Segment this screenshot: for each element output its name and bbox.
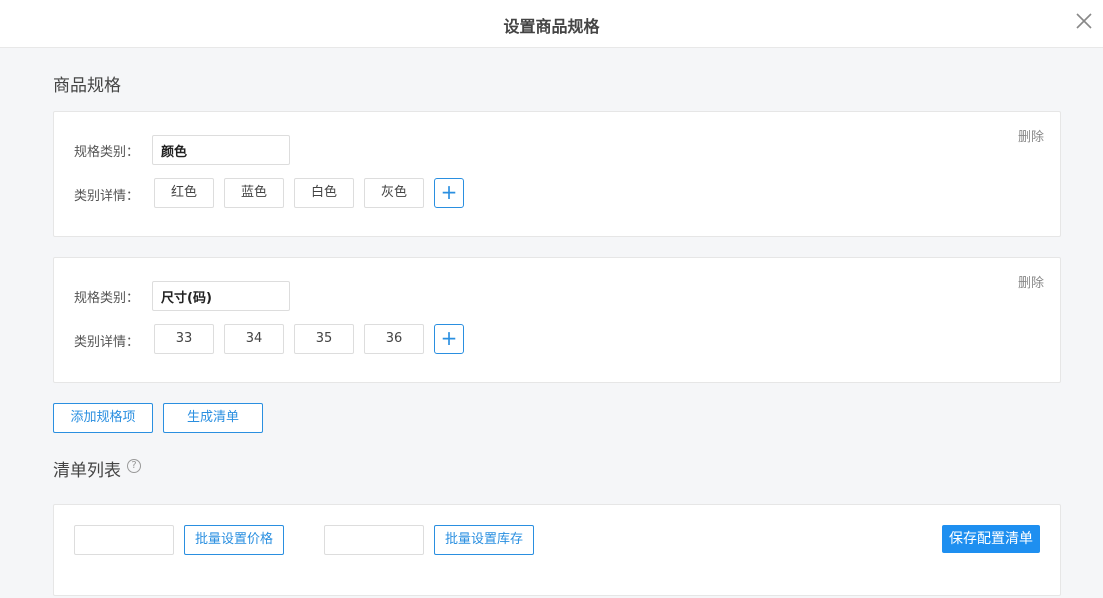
dialog-title: 设置商品规格 <box>503 17 600 36</box>
list-section-title: 清单列表 <box>53 461 121 481</box>
spec-detail-label: 类别详情： <box>74 189 140 204</box>
spec-detail-item[interactable]: 36 <box>364 324 424 354</box>
plus-icon[interactable]: + <box>434 178 464 208</box>
delete-spec-button[interactable]: 删除 <box>1018 126 1044 145</box>
spec-section-title: 商品规格 <box>53 76 121 96</box>
spec-detail-item[interactable]: 34 <box>224 324 284 354</box>
spec-type-label: 规格类别： <box>74 145 140 160</box>
batch-stock-input[interactable] <box>324 525 424 555</box>
spec-detail-label: 类别详情： <box>74 335 140 350</box>
spec-detail-item[interactable]: 白色 <box>294 178 354 208</box>
plus-icon[interactable]: + <box>434 324 464 354</box>
spec-group-card: 删除 规格类别： 类别详情： 33 34 35 36 + <box>53 257 1061 383</box>
batch-set-price-button[interactable]: 批量设置价格 <box>184 525 284 555</box>
spec-type-input[interactable] <box>152 135 290 165</box>
delete-spec-button[interactable]: 删除 <box>1018 272 1044 291</box>
generate-list-button[interactable]: 生成清单 <box>163 403 263 433</box>
spec-group-card: 删除 规格类别： 类别详情： 红色 蓝色 白色 灰色 + <box>53 111 1061 237</box>
spec-detail-item[interactable]: 蓝色 <box>224 178 284 208</box>
spec-detail-item[interactable]: 红色 <box>154 178 214 208</box>
help-icon[interactable]: ? <box>127 459 141 473</box>
save-config-button[interactable]: 保存配置清单 <box>942 525 1040 553</box>
spec-type-label: 规格类别： <box>74 291 140 306</box>
batch-price-input[interactable] <box>74 525 174 555</box>
spec-detail-item[interactable]: 35 <box>294 324 354 354</box>
dialog-header: 设置商品规格 <box>0 0 1103 48</box>
spec-detail-item[interactable]: 灰色 <box>364 178 424 208</box>
close-icon[interactable] <box>1073 10 1095 32</box>
spec-detail-item[interactable]: 33 <box>154 324 214 354</box>
batch-set-stock-button[interactable]: 批量设置库存 <box>434 525 534 555</box>
batch-card: 批量设置价格 批量设置库存 保存配置清单 <box>53 504 1061 596</box>
spec-type-input[interactable] <box>152 281 290 311</box>
add-spec-button[interactable]: 添加规格项 <box>53 403 153 433</box>
